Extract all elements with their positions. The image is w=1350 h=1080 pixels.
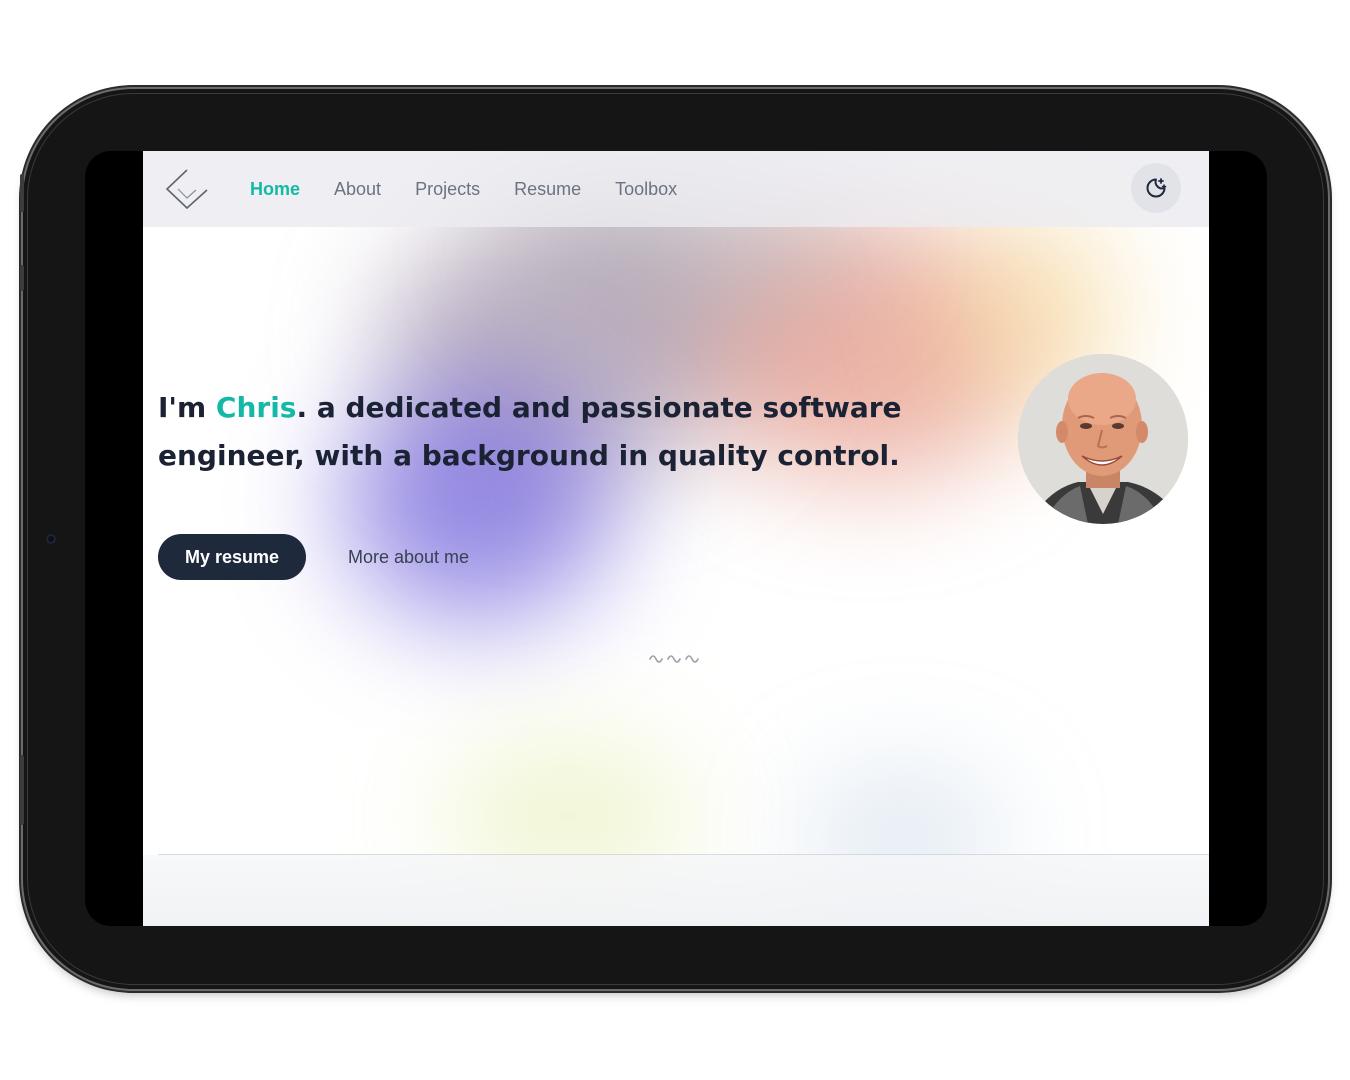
- nav-item-projects[interactable]: Projects: [415, 179, 480, 200]
- tablet-button-upper: [20, 265, 24, 291]
- avatar: [1018, 354, 1188, 524]
- hero-intro-prefix: I'm: [158, 391, 216, 424]
- section-divider: [158, 854, 1209, 855]
- top-navigation: Home About Projects Resume Toolbox: [143, 151, 1209, 227]
- moon-stars-icon: [1146, 178, 1167, 198]
- nav-links: Home About Projects Resume Toolbox: [250, 151, 711, 227]
- camera-icon: [46, 534, 56, 544]
- nav-item-home[interactable]: Home: [250, 179, 300, 200]
- site-logo-icon[interactable]: [165, 168, 209, 210]
- nav-item-about[interactable]: About: [334, 179, 381, 200]
- nav-item-toolbox[interactable]: Toolbox: [615, 179, 677, 200]
- tablet-button-top: [20, 174, 24, 212]
- hero-name: Chris: [215, 391, 297, 424]
- browser-viewport: Home About Projects Resume Toolbox I'm C…: [143, 151, 1209, 926]
- more-about-me-link[interactable]: More about me: [348, 534, 469, 580]
- hero-headline: I'm Chris. a dedicated and passionate so…: [158, 384, 938, 480]
- squiggle-icon: [648, 651, 700, 671]
- nav-item-resume[interactable]: Resume: [514, 179, 581, 200]
- next-section: [143, 855, 1209, 926]
- tablet-button-volume: [20, 755, 24, 825]
- theme-toggle-button[interactable]: [1131, 163, 1181, 213]
- my-resume-button[interactable]: My resume: [158, 534, 306, 580]
